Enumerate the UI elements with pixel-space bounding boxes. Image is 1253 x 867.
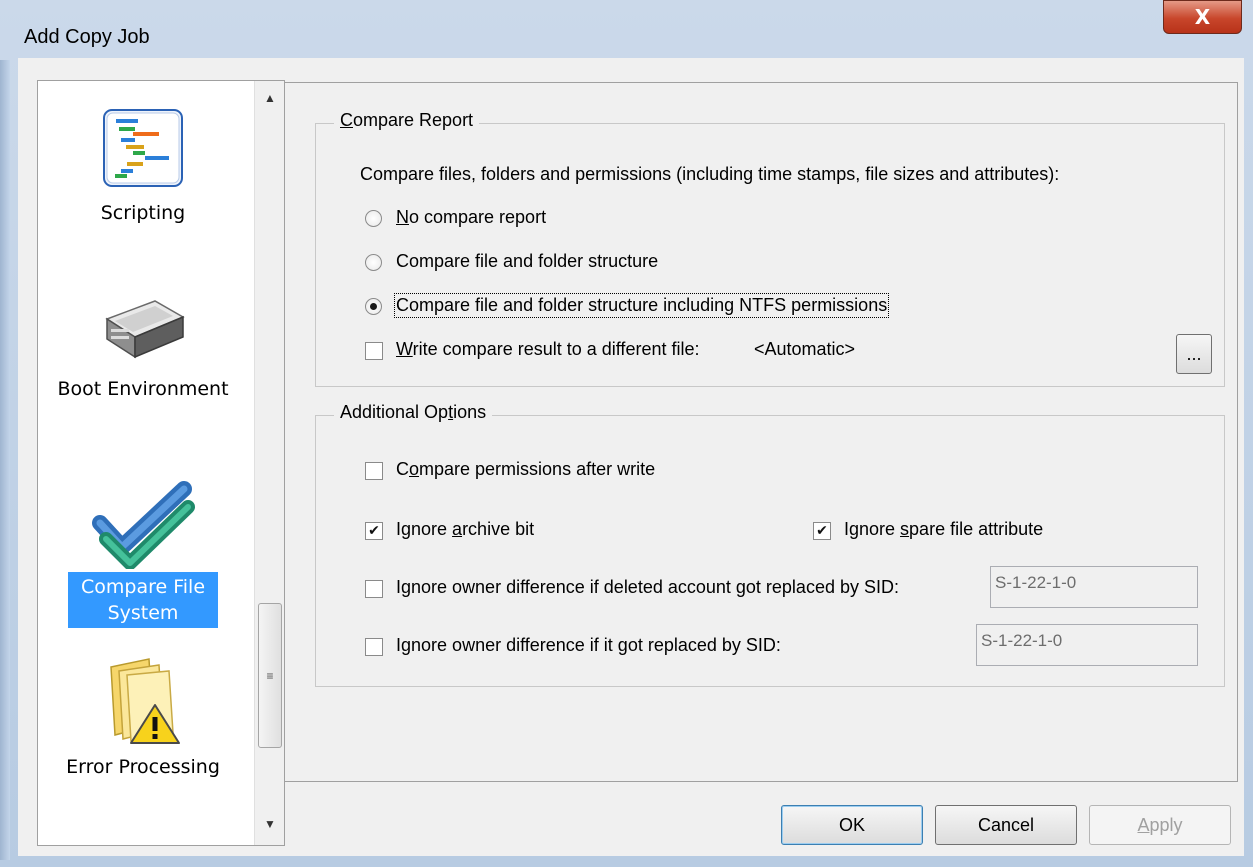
label-ignore-owner-deleted[interactable]: Ignore owner difference if deleted accou… xyxy=(396,577,899,598)
sidebar-item-label: Error Processing xyxy=(66,756,220,778)
checkbox-ignore-spare-attribute[interactable]: ✔ xyxy=(813,522,831,540)
folder-warning-icon xyxy=(110,658,180,744)
grip-icon: ≡ xyxy=(266,668,274,683)
label-compare-structure-ntfs[interactable]: Compare file and folder structure includ… xyxy=(393,293,890,318)
compare-report-title: Compare Report xyxy=(334,110,480,131)
checkbox-ignore-owner-replaced[interactable] xyxy=(365,638,383,656)
checkbox-ignore-owner-deleted[interactable] xyxy=(365,580,383,598)
compare-description: Compare files, folders and permissions (… xyxy=(360,164,1060,184)
scroll-up-icon: ▲ xyxy=(264,91,276,105)
window-title: Add Copy Job xyxy=(24,26,150,48)
sidebar-item-compare-file-system[interactable]: Compare File System xyxy=(38,473,248,628)
browse-button[interactable]: ... xyxy=(1176,334,1212,374)
radio-compare-structure-ntfs[interactable] xyxy=(365,298,382,315)
dialog-client-area: Scripting Boot Environment Compare File … xyxy=(18,58,1244,856)
label-ignore-archive-bit[interactable]: Ignore archive bit xyxy=(396,519,534,540)
label-write-compare-result[interactable]: Write compare result to a different file… xyxy=(396,339,699,360)
close-icon: X xyxy=(1194,5,1211,29)
group-title-part: Additional Op xyxy=(340,402,449,422)
group-title-rest: ompare Report xyxy=(353,110,474,130)
sidebar-item-label: Boot Environment xyxy=(57,378,229,400)
scroll-up-button[interactable]: ▲ xyxy=(255,83,284,113)
label-no-compare-report[interactable]: No compare report xyxy=(396,207,546,228)
label-ignore-owner-replaced[interactable]: Ignore owner difference if it got replac… xyxy=(396,635,781,656)
checkmark-icon xyxy=(92,481,195,570)
apply-button[interactable]: Apply xyxy=(1089,805,1231,845)
sid-field-deleted-account[interactable]: S-1-22-1-0 xyxy=(990,566,1198,608)
sidebar-scrollbar[interactable]: ▲ ≡ ▼ xyxy=(254,81,284,845)
compare-result-file-value: <Automatic> xyxy=(754,339,856,359)
cancel-button[interactable]: Cancel xyxy=(935,805,1077,845)
sidebar-item-scripting[interactable]: Scripting xyxy=(38,107,248,226)
sid-field-replaced[interactable]: S-1-22-1-0 xyxy=(976,624,1198,666)
label-compare-structure[interactable]: Compare file and folder structure xyxy=(396,251,658,272)
sidebar-item-error-processing[interactable]: Error Processing xyxy=(38,655,248,780)
sidebar-item-boot-environment[interactable]: Boot Environment xyxy=(38,289,248,402)
group-title-part: ions xyxy=(453,402,487,422)
category-sidebar[interactable]: Scripting Boot Environment Compare File … xyxy=(37,80,285,846)
scroll-down-button[interactable]: ▼ xyxy=(255,809,284,839)
radio-no-compare-report[interactable] xyxy=(365,210,382,227)
gantt-chart-icon xyxy=(103,109,183,187)
checkbox-compare-permissions[interactable] xyxy=(365,462,383,480)
checkbox-write-compare-result[interactable] xyxy=(365,342,383,360)
disk-drive-icon xyxy=(105,300,185,359)
settings-panel: Compare Report Compare files, folders an… xyxy=(284,82,1238,782)
additional-options-group: Additional Options Compare permissions a… xyxy=(315,402,1225,687)
close-button[interactable]: X xyxy=(1163,0,1242,34)
label-ignore-spare-attribute[interactable]: Ignore spare file attribute xyxy=(844,519,1043,540)
title-bar[interactable]: Add Copy Job X xyxy=(0,0,1253,58)
sidebar-item-label: Scripting xyxy=(100,202,186,224)
ok-button[interactable]: OK xyxy=(781,805,923,845)
checkbox-ignore-archive-bit[interactable]: ✔ xyxy=(365,522,383,540)
sidebar-item-label: Compare File System xyxy=(68,572,218,628)
dialog-window: Add Copy Job X Scripting Boot Environmen… xyxy=(0,0,1253,867)
compare-report-group: Compare Report Compare files, folders an… xyxy=(315,110,1225,387)
radio-compare-structure[interactable] xyxy=(365,254,382,271)
window-frame-edge xyxy=(0,60,10,860)
scroll-thumb[interactable]: ≡ xyxy=(258,603,282,748)
label-compare-permissions[interactable]: Compare permissions after write xyxy=(396,459,655,480)
additional-options-title: Additional Options xyxy=(334,402,493,423)
scroll-down-icon: ▼ xyxy=(264,817,276,831)
